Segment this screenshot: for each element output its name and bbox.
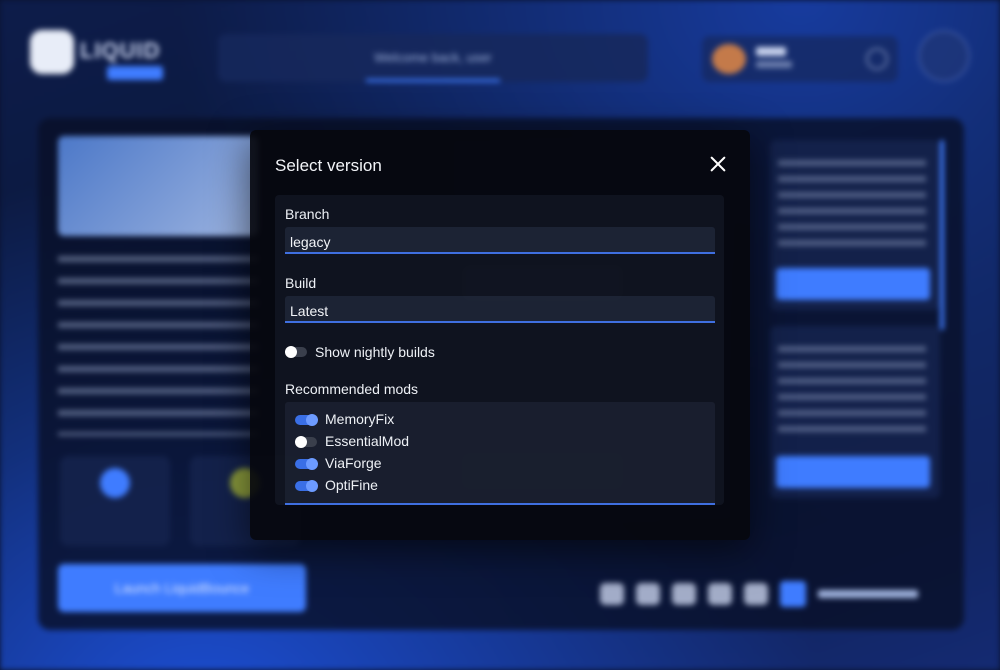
user-sub-placeholder <box>756 61 792 68</box>
twitter-icon <box>708 583 732 605</box>
changelog-text <box>58 256 258 436</box>
essentialmod-toggle[interactable] <box>295 436 317 448</box>
toggle-knob <box>295 436 307 448</box>
select-version-modal: Select version Branch Build Show nightly… <box>250 130 750 540</box>
welcome-bar: Welcome back, user <box>218 34 648 82</box>
launch-button: Launch LiquidBounce <box>58 564 306 612</box>
toggle-knob <box>306 414 318 426</box>
news-button <box>776 268 930 300</box>
window-close-icon <box>918 30 970 82</box>
news-card <box>770 326 940 498</box>
mod-row-viaforge: ViaForge <box>285 454 705 474</box>
avatar <box>712 44 746 74</box>
nightly-builds-label: Show nightly builds <box>315 344 435 360</box>
website-icon <box>780 581 806 607</box>
github-icon <box>636 583 660 605</box>
shield-icon <box>100 468 130 498</box>
viaforge-label: ViaForge <box>325 455 382 471</box>
version-form: Branch Build Show nightly builds Recomme… <box>275 195 724 505</box>
memoryfix-label: MemoryFix <box>325 411 395 427</box>
forum-icon <box>672 583 696 605</box>
welcome-text: Welcome back, user <box>374 50 492 65</box>
nightly-builds-toggle[interactable] <box>285 346 307 358</box>
modal-title: Select version <box>275 156 382 175</box>
optifine-label: OptiFine <box>325 477 378 493</box>
news-card <box>770 140 940 310</box>
stat-card <box>60 456 170 546</box>
youtube-icon <box>744 583 768 605</box>
scrollbar <box>940 140 944 330</box>
user-panel <box>702 36 898 82</box>
social-links <box>600 578 930 610</box>
launch-button-label: Launch LiquidBounce <box>114 580 250 596</box>
toggle-knob <box>285 346 297 358</box>
mod-row-optifine: OptiFine <box>285 476 705 496</box>
close-icon[interactable] <box>706 152 730 176</box>
gear-icon <box>866 48 888 70</box>
news-text <box>778 160 926 250</box>
hero-card <box>58 136 258 236</box>
logo-icon <box>30 30 74 74</box>
welcome-underline <box>366 79 500 82</box>
toggle-knob <box>306 458 318 470</box>
recommended-mods-list: MemoryFix EssentialMod ViaForge OptiFine <box>285 402 715 505</box>
essentialmod-label: EssentialMod <box>325 433 410 449</box>
user-name-placeholder <box>756 47 786 56</box>
mail-icon <box>600 583 624 605</box>
viaforge-toggle[interactable] <box>295 458 318 470</box>
build-field[interactable] <box>285 296 715 323</box>
mod-row-memoryfix: MemoryFix <box>285 410 705 430</box>
logo-text: LIQUID <box>80 38 161 63</box>
mod-row-essentialmod: EssentialMod <box>285 432 705 452</box>
news-button <box>776 456 930 488</box>
toggle-knob <box>306 480 318 492</box>
optifine-toggle[interactable] <box>295 480 318 492</box>
branch-label: Branch <box>285 206 330 222</box>
logo-badge <box>107 66 163 80</box>
website-link-text <box>818 590 918 598</box>
build-label: Build <box>285 275 317 291</box>
recommended-mods-label: Recommended mods <box>285 381 419 397</box>
news-text <box>778 346 926 436</box>
memoryfix-toggle[interactable] <box>295 414 318 426</box>
branch-field[interactable] <box>285 227 715 254</box>
